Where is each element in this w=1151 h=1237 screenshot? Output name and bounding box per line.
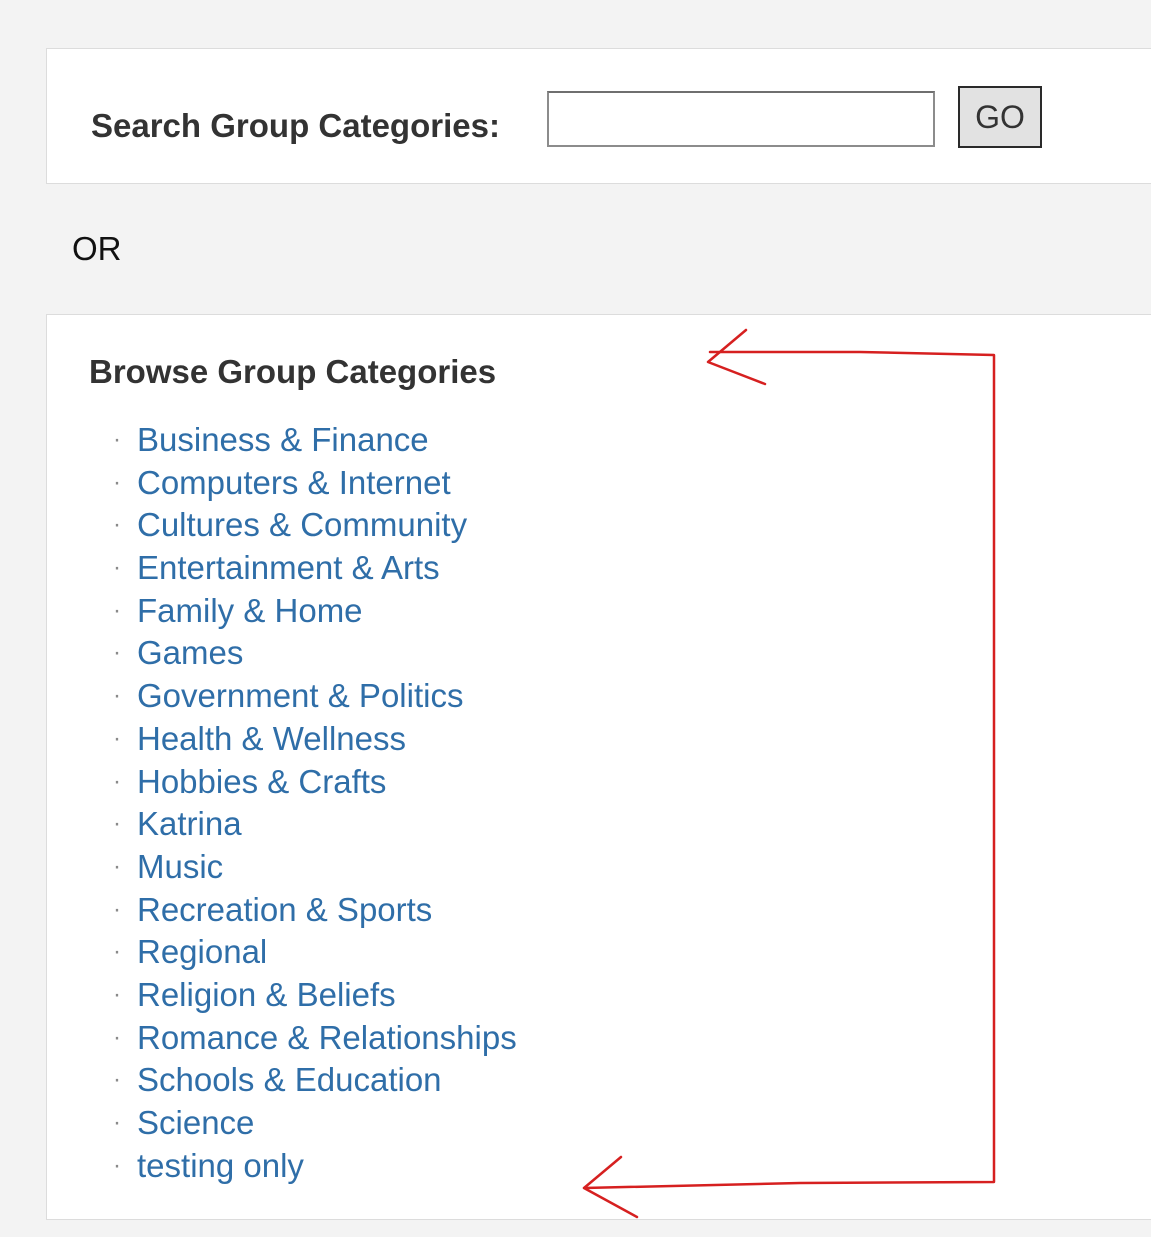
- bullet-icon: ·: [113, 810, 121, 838]
- category-link-cultures-community[interactable]: Cultures & Community: [137, 506, 467, 543]
- category-link-katrina[interactable]: Katrina: [137, 805, 242, 842]
- search-input[interactable]: [547, 91, 935, 147]
- bullet-icon: ·: [113, 767, 121, 795]
- bullet-icon: ·: [113, 852, 121, 880]
- category-link-recreation-sports[interactable]: Recreation & Sports: [137, 891, 432, 928]
- go-button[interactable]: GO: [958, 86, 1042, 148]
- category-link-religion-beliefs[interactable]: Religion & Beliefs: [137, 976, 396, 1013]
- bullet-icon: ·: [113, 1151, 121, 1179]
- category-item: · Cultures & Community: [113, 504, 517, 547]
- bullet-icon: ·: [113, 639, 121, 667]
- category-item: · Schools & Education: [113, 1059, 517, 1102]
- category-item: · Entertainment & Arts: [113, 547, 517, 590]
- category-link-health-wellness[interactable]: Health & Wellness: [137, 720, 406, 757]
- category-link-computers-internet[interactable]: Computers & Internet: [137, 464, 451, 501]
- category-link-romance-relationships[interactable]: Romance & Relationships: [137, 1019, 517, 1056]
- bullet-icon: ·: [113, 511, 121, 539]
- bullet-icon: ·: [113, 895, 121, 923]
- search-panel: Search Group Categories: GO: [46, 48, 1151, 184]
- category-item: · Computers & Internet: [113, 462, 517, 505]
- category-item: · Hobbies & Crafts: [113, 761, 517, 804]
- bullet-icon: ·: [113, 596, 121, 624]
- category-link-business-finance[interactable]: Business & Finance: [137, 421, 429, 458]
- bullet-icon: ·: [113, 980, 121, 1008]
- bullet-icon: ·: [113, 468, 121, 496]
- category-link-entertainment-arts[interactable]: Entertainment & Arts: [137, 549, 440, 586]
- search-label: Search Group Categories:: [91, 107, 500, 144]
- or-separator: OR: [72, 230, 122, 267]
- category-item: · Recreation & Sports: [113, 889, 517, 932]
- category-item: · Family & Home: [113, 590, 517, 633]
- category-item: · Health & Wellness: [113, 718, 517, 761]
- category-item: · Business & Finance: [113, 419, 517, 462]
- category-link-family-home[interactable]: Family & Home: [137, 592, 363, 629]
- bullet-icon: ·: [113, 682, 121, 710]
- browse-panel: Browse Group Categories · Business & Fina…: [46, 314, 1151, 1220]
- bullet-icon: ·: [113, 938, 121, 966]
- bullet-icon: ·: [113, 1066, 121, 1094]
- category-link-hobbies-crafts[interactable]: Hobbies & Crafts: [137, 763, 386, 800]
- category-item: · Music: [113, 846, 517, 889]
- category-link-music[interactable]: Music: [137, 848, 223, 885]
- category-link-government-politics[interactable]: Government & Politics: [137, 677, 463, 714]
- category-item: · testing only: [113, 1145, 517, 1188]
- category-link-schools-education[interactable]: Schools & Education: [137, 1061, 442, 1098]
- category-link-games[interactable]: Games: [137, 634, 243, 671]
- category-link-testing-only[interactable]: testing only: [137, 1147, 304, 1184]
- category-item: · Government & Politics: [113, 675, 517, 718]
- category-link-regional[interactable]: Regional: [137, 933, 267, 970]
- bullet-icon: ·: [113, 426, 121, 453]
- category-item: · Regional: [113, 931, 517, 974]
- bullet-icon: ·: [113, 1023, 121, 1051]
- category-item: · Katrina: [113, 803, 517, 846]
- category-item: · Science: [113, 1102, 517, 1145]
- browse-title: Browse Group Categories: [89, 353, 497, 390]
- category-item: · Romance & Relationships: [113, 1017, 517, 1060]
- bullet-icon: ·: [113, 554, 121, 582]
- bullet-icon: ·: [113, 1109, 121, 1136]
- category-link-science[interactable]: Science: [137, 1104, 254, 1141]
- bullet-icon: ·: [113, 724, 121, 752]
- category-item: · Games: [113, 632, 517, 675]
- category-list: · Business & Finance · Computers & Interne…: [113, 419, 517, 1187]
- category-item: · Religion & Beliefs: [113, 974, 517, 1017]
